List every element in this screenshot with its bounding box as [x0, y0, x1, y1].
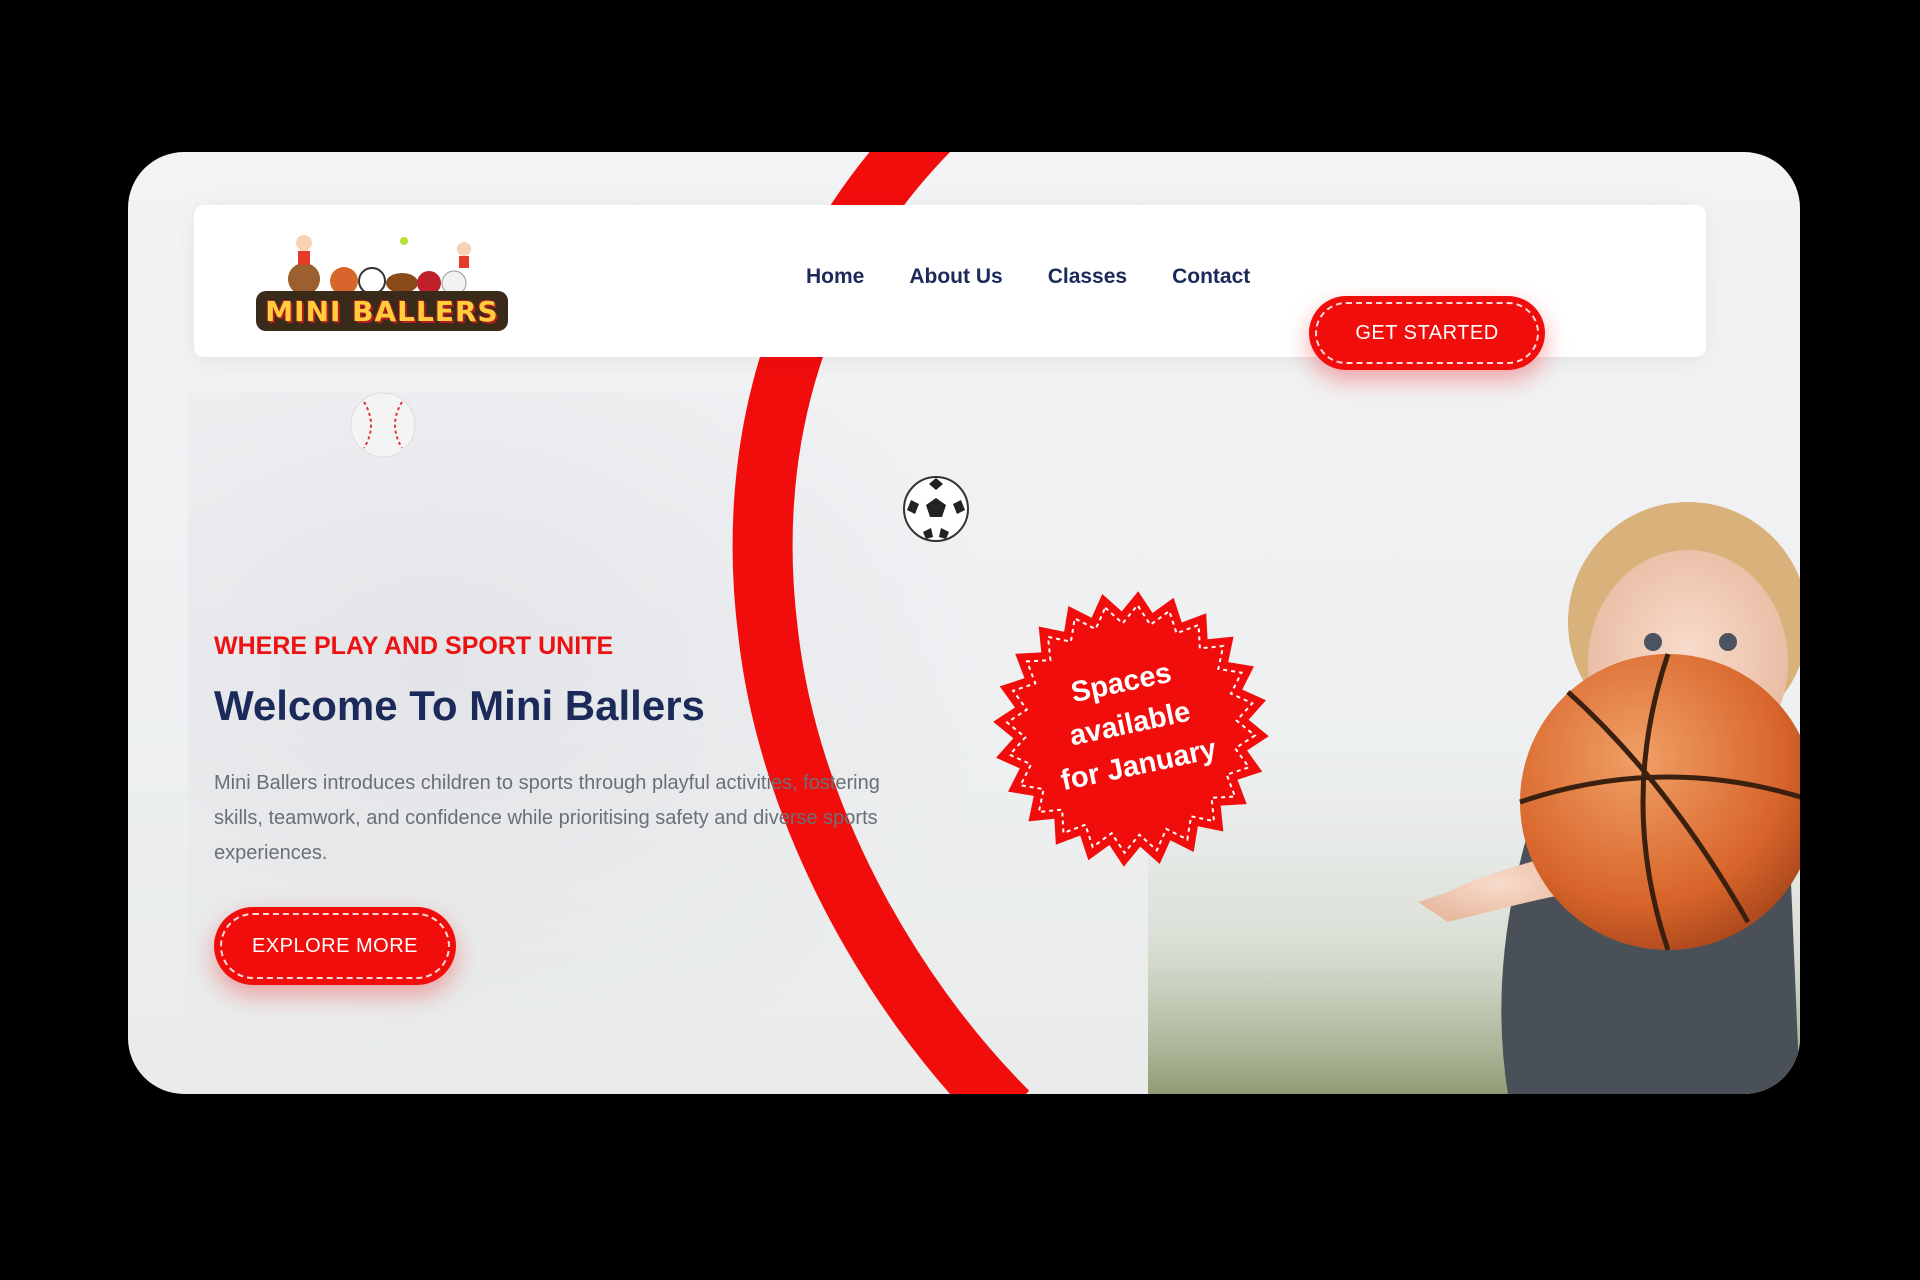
hero-eyebrow: WHERE PLAY AND SPORT UNITE: [214, 632, 614, 660]
availability-badge: Spaces available for January: [965, 563, 1297, 895]
nav-item-about-us[interactable]: About Us: [909, 265, 1002, 289]
explore-more-button[interactable]: EXPLORE MORE: [214, 907, 456, 985]
baseball-icon: [350, 392, 416, 458]
navbar: MINI BALLERS Home About Us Classes Conta…: [194, 205, 1706, 370]
nav-links: Home About Us Classes Contact: [806, 265, 1295, 289]
explore-more-label: EXPLORE MORE: [251, 934, 419, 957]
nav-item-classes[interactable]: Classes: [1048, 265, 1127, 289]
hero-title: Welcome To Mini Ballers: [214, 682, 705, 729]
nav-item-home[interactable]: Home: [806, 265, 864, 289]
logo-mascot-icon: [288, 235, 471, 296]
soccer-ball-icon: [903, 476, 969, 542]
hero-description: Mini Ballers introduces children to spor…: [214, 772, 880, 864]
hero-card: Spaces available for January MINI BALLER: [128, 152, 1800, 1094]
get-started-label: GET STARTED: [1355, 321, 1499, 344]
nav-item-contact[interactable]: Contact: [1172, 265, 1250, 289]
get-started-button[interactable]: GET STARTED: [1309, 296, 1545, 370]
logo-wordmark: MINI BALLERS: [256, 291, 508, 331]
logo[interactable]: MINI BALLERS: [254, 227, 510, 337]
